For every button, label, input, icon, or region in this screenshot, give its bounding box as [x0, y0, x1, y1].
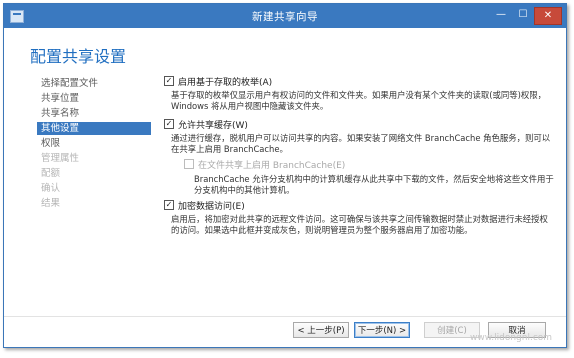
nav-item-results: 结果 — [41, 198, 61, 209]
watermark: www.lidongnl.com — [470, 333, 553, 343]
cache-label[interactable]: 允许共享缓存(W) — [178, 118, 248, 131]
branchcache-description: BranchCache 允许分支机构中的计算机缓存从此共享中下载的文件，然后安全… — [194, 174, 554, 195]
previous-button[interactable]: < 上一步(P) — [293, 322, 349, 338]
wizard-window: 新建共享向导 — ☐ ✕ 配置共享设置 选择配置文件 共享位置 共享名称 其他设… — [3, 3, 567, 348]
nav-item-other-settings[interactable]: 其他设置 — [37, 122, 151, 135]
settings-panel: ✓ 启用基于存取的枚举(A) 基于存取的枚举仅显示用户有权访问的文件和文件夹。如… — [164, 75, 554, 236]
nav-item-select-profile[interactable]: 选择配置文件 — [37, 77, 157, 90]
cache-option-row: ✓ 允许共享缓存(W) — [164, 118, 554, 131]
abe-checkbox[interactable]: ✓ — [164, 76, 174, 86]
next-button[interactable]: 下一步(N) > — [354, 322, 410, 338]
abe-option-row: ✓ 启用基于存取的枚举(A) — [164, 75, 554, 88]
abe-description: 基于存取的枚举仅显示用户有权访问的文件和文件夹。如果用户没有某个文件夹的读取(或… — [171, 90, 547, 111]
nav-item-confirmation: 确认 — [41, 183, 61, 194]
maximize-button[interactable]: ☐ — [512, 7, 534, 23]
nav-item-share-location[interactable]: 共享位置 — [37, 92, 157, 105]
encrypt-label[interactable]: 加密数据访问(E) — [178, 199, 245, 212]
encrypt-checkbox[interactable]: ✓ — [164, 200, 174, 210]
nav-item-share-name[interactable]: 共享名称 — [37, 107, 157, 120]
cache-checkbox[interactable]: ✓ — [164, 119, 174, 129]
page-title: 配置共享设置 — [30, 47, 127, 66]
wizard-steps-nav: 选择配置文件 共享位置 共享名称 其他设置 权限 管理属性 配额 确认 结果 — [37, 77, 157, 212]
branchcache-checkbox — [184, 159, 194, 169]
footer-divider — [4, 316, 566, 317]
cache-description: 通过进行缓存，脱机用户可以访问共享的内容。如果安装了网络文件 BranchCac… — [171, 133, 551, 154]
abe-label[interactable]: 启用基于存取的枚举(A) — [178, 75, 272, 88]
nav-item-quota: 配额 — [41, 168, 61, 179]
minimize-button[interactable]: — — [490, 7, 512, 23]
title-bar[interactable]: 新建共享向导 — ☐ ✕ — [4, 4, 566, 28]
window-title: 新建共享向导 — [252, 11, 318, 23]
branchcache-label: 在文件共享上启用 BranchCache(E) — [198, 161, 346, 171]
nav-item-management-properties: 管理属性 — [41, 153, 80, 164]
nav-item-permissions[interactable]: 权限 — [37, 137, 157, 150]
encrypt-description: 启用后，将加密对此共享的远程文件访问。这可确保与该共享之间传输数据时禁止对数据进… — [171, 214, 548, 235]
encrypt-option-row: ✓ 加密数据访问(E) — [164, 199, 554, 212]
branchcache-option-row: 在文件共享上启用 BranchCache(E) — [184, 158, 554, 171]
close-button[interactable]: ✕ — [534, 7, 562, 25]
